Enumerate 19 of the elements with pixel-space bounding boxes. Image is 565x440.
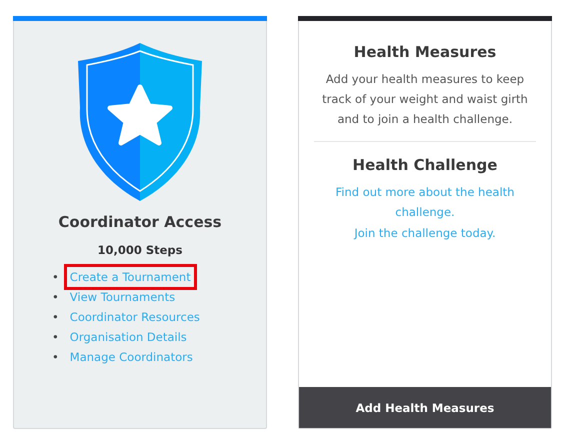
bullet: • [52,289,59,306]
shield-star-icon [78,43,202,201]
card-subtitle: 10,000 Steps [97,243,183,257]
bullet: • [52,309,59,326]
card-title: Coordinator Access [58,213,222,231]
add-measures-button[interactable]: Add Health Measures [299,387,551,428]
section-text: Add your health measures to keep track of your weight and waist girth and to join a health challenge. [321,71,529,128]
section-heading: Health Measures [352,43,498,61]
menu-link[interactable]: Create a Tournament [66,267,194,287]
menu-link[interactable]: Organisation Details [66,327,190,347]
bullet: • [52,349,59,366]
menu-link[interactable]: View Tournaments [66,287,178,307]
bullet: • [52,269,59,286]
menu-link[interactable]: Coordinator Resources [66,307,203,327]
challenge-link[interactable]: Join the challenge today. [354,223,496,243]
challenge-link[interactable]: Find out more about the health challenge. [314,182,536,222]
bullet: • [52,329,59,346]
menu-link[interactable]: Manage Coordinators [66,347,196,367]
section-heading: Health Challenge [352,156,498,174]
